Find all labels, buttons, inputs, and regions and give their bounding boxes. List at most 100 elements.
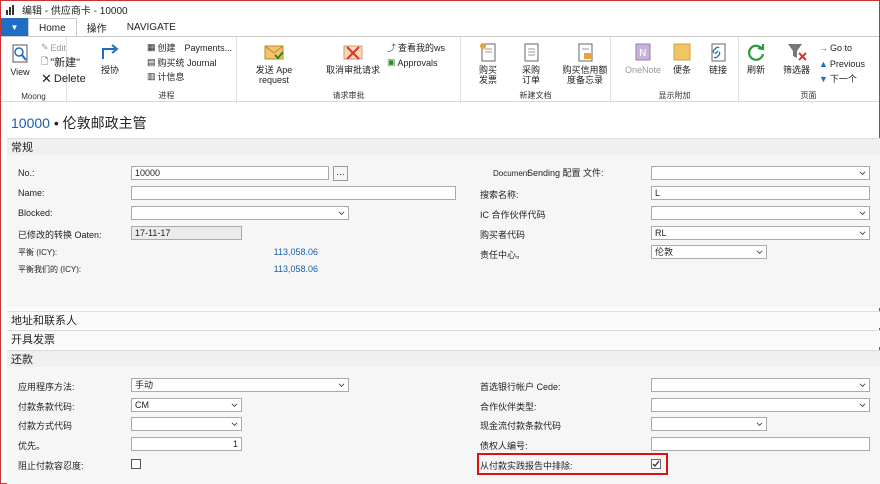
payment-terms-value: CM <box>135 400 149 410</box>
last-modified-field: 17-11-17 <box>131 226 242 240</box>
ribbon-group-approval-label: 请求审批 <box>332 91 365 100</box>
purchase-invoice-button[interactable]: 购买发票 <box>475 41 501 85</box>
ribbon: View ✎ Edit 🗋 "新建" ✕ Delete Moong 授协 ▦ 创建 Pa… <box>1 36 879 103</box>
next-button[interactable]: ▼ 下一个 <box>819 72 857 85</box>
search-name-field[interactable]: L <box>651 186 870 200</box>
filter-clear-icon <box>787 44 807 61</box>
view-button[interactable]: View <box>9 43 31 77</box>
notes-button[interactable]: 便条 <box>671 41 693 75</box>
assist-edit-button[interactable]: … <box>333 166 348 181</box>
balance-label: 平衡 (ICY): <box>18 248 58 257</box>
arrow-right-icon: → <box>819 42 828 53</box>
block-payment-tolerance-checkbox[interactable] <box>131 459 141 469</box>
section-general-header[interactable]: 常规 <box>7 138 880 155</box>
journal-icon: ▤ <box>147 57 156 67</box>
statistics-icon: ▥ <box>147 71 156 81</box>
preferred-bank-dropdown[interactable] <box>651 378 870 392</box>
ribbon-group-show-attached-label: 显示附加 <box>658 91 691 100</box>
document-sending-profile-dropdown[interactable] <box>651 166 870 180</box>
previous-button[interactable]: ▲ Previous <box>819 57 865 70</box>
no-label: No.: <box>18 168 35 178</box>
onenote-button[interactable]: N OneNote <box>625 41 661 75</box>
title-bar: 编辑 - 供应商卡 - 10000 <box>1 1 879 18</box>
window-title: 编辑 - 供应商卡 - 10000 <box>22 6 128 17</box>
grid-icon: ▦ <box>147 42 156 52</box>
application-method-dropdown[interactable]: 手动 <box>131 378 349 392</box>
links-button[interactable]: 链接 <box>707 41 729 75</box>
creditor-no-field[interactable] <box>651 437 870 451</box>
application-method-value: 手动 <box>135 380 154 390</box>
onenote-label: OneNote <box>625 65 662 75</box>
no-field[interactable]: 10000 <box>131 166 329 180</box>
delete-button[interactable]: ✕ Delete <box>41 70 86 86</box>
purchaser-label: 购买者代码 <box>480 230 526 240</box>
balance-due-value[interactable]: 113,058.06 <box>240 264 318 274</box>
chevron-down-icon <box>859 383 866 387</box>
chevron-down-icon <box>756 422 763 426</box>
payment-method-dropdown[interactable] <box>131 417 242 431</box>
ribbon-group-page-label: 页面 <box>800 91 817 100</box>
payments-label: Payments... <box>184 42 233 53</box>
purchaser-dropdown[interactable]: RL <box>651 226 870 240</box>
purchase-credit-memo-button[interactable]: 购买信用额度备忘录 <box>559 41 611 85</box>
approve-arrow-icon <box>102 44 119 59</box>
purchase-order-label: 采购订单 <box>521 65 540 85</box>
statistics-button[interactable]: ▥ 计信息 <box>147 70 185 83</box>
purchase-order-button[interactable]: 采购订单 <box>519 41 543 85</box>
order-icon <box>524 43 539 62</box>
balance-value[interactable]: 113,058.06 <box>240 247 318 257</box>
credit-memo-label: 购买信用额度备忘录 <box>562 65 608 85</box>
tab-home[interactable]: Home <box>28 18 77 37</box>
edit-label: Edit <box>50 42 67 53</box>
notes-label: 便条 <box>672 65 691 75</box>
block-payment-tolerance-label: 阻止付款容忍度: <box>18 461 84 471</box>
refresh-icon <box>748 44 765 61</box>
approvals-button[interactable]: ▣ Approvals <box>387 56 438 69</box>
view-label: View <box>10 67 30 77</box>
arrow-up-icon: ▲ <box>819 58 828 69</box>
purchaser-value: RL <box>655 228 667 238</box>
file-menu-button[interactable]: ▼ <box>1 18 28 37</box>
purchase-journal-button[interactable]: ▤ 购买统 Journal <box>147 56 217 69</box>
section-invoicing-header[interactable]: 开具发票 <box>7 330 880 347</box>
chevron-down-icon <box>859 403 866 407</box>
tab-actions[interactable]: 操作 <box>77 18 117 37</box>
name-field[interactable] <box>131 186 456 200</box>
chevron-down-icon <box>859 211 866 215</box>
send-approval-request-button[interactable]: 发送 Ape request <box>245 41 303 85</box>
statistics-label: 计信息 <box>157 72 185 82</box>
delete-x-icon: ✕ <box>41 70 52 86</box>
ribbon-tabs: ▼ Home 操作 NAVIGATE <box>1 18 879 37</box>
delete-label: Delete <box>53 72 86 85</box>
view-workflows-button[interactable]: ⤴ 查看我的ws <box>387 41 445 54</box>
refresh-button[interactable]: 刷新 <box>745 41 767 75</box>
balance-due-label: 平衡我们的 (ICY): <box>18 265 82 274</box>
tab-navigate[interactable]: NAVIGATE <box>117 18 186 37</box>
approve-label: 授协 <box>100 65 119 75</box>
approve-button[interactable]: 授协 <box>99 41 121 75</box>
ic-partner-dropdown[interactable] <box>651 206 870 220</box>
responsibility-center-dropdown[interactable]: 伦敦 <box>651 245 767 259</box>
blocked-dropdown[interactable] <box>131 206 349 220</box>
section-address-header[interactable]: 地址和联系人 <box>7 311 880 328</box>
new-button[interactable]: 🗋 "新建" <box>41 55 81 69</box>
cancel-approval-request-button[interactable]: 取消审批请求 <box>325 41 381 75</box>
search-name-label: 搜索名称: <box>480 190 519 200</box>
new-label: "新建" <box>50 56 81 69</box>
payment-terms-dropdown[interactable]: CM <box>131 398 242 412</box>
link-icon <box>711 43 726 62</box>
clear-filter-button[interactable]: 筛选器 <box>783 41 810 75</box>
priority-field[interactable]: 1 <box>131 437 242 451</box>
cash-flow-terms-label: 现金流付款条款代码 <box>480 421 562 431</box>
ic-partner-label: IC 合作伙伴代码 <box>480 210 546 220</box>
previous-label: Previous <box>829 58 865 69</box>
goto-button[interactable]: → Go to <box>819 41 852 54</box>
section-payments-header[interactable]: 还款 <box>7 350 880 367</box>
chevron-down-icon <box>756 250 763 254</box>
create-payments-button[interactable]: ▦ 创建 Payments... <box>147 41 232 54</box>
approvals-icon: ▣ <box>387 57 396 67</box>
cash-flow-terms-dropdown[interactable] <box>651 417 767 431</box>
edit-button[interactable]: ✎ Edit <box>41 41 66 54</box>
partner-type-dropdown[interactable] <box>651 398 870 412</box>
chevron-down-icon <box>231 422 238 426</box>
